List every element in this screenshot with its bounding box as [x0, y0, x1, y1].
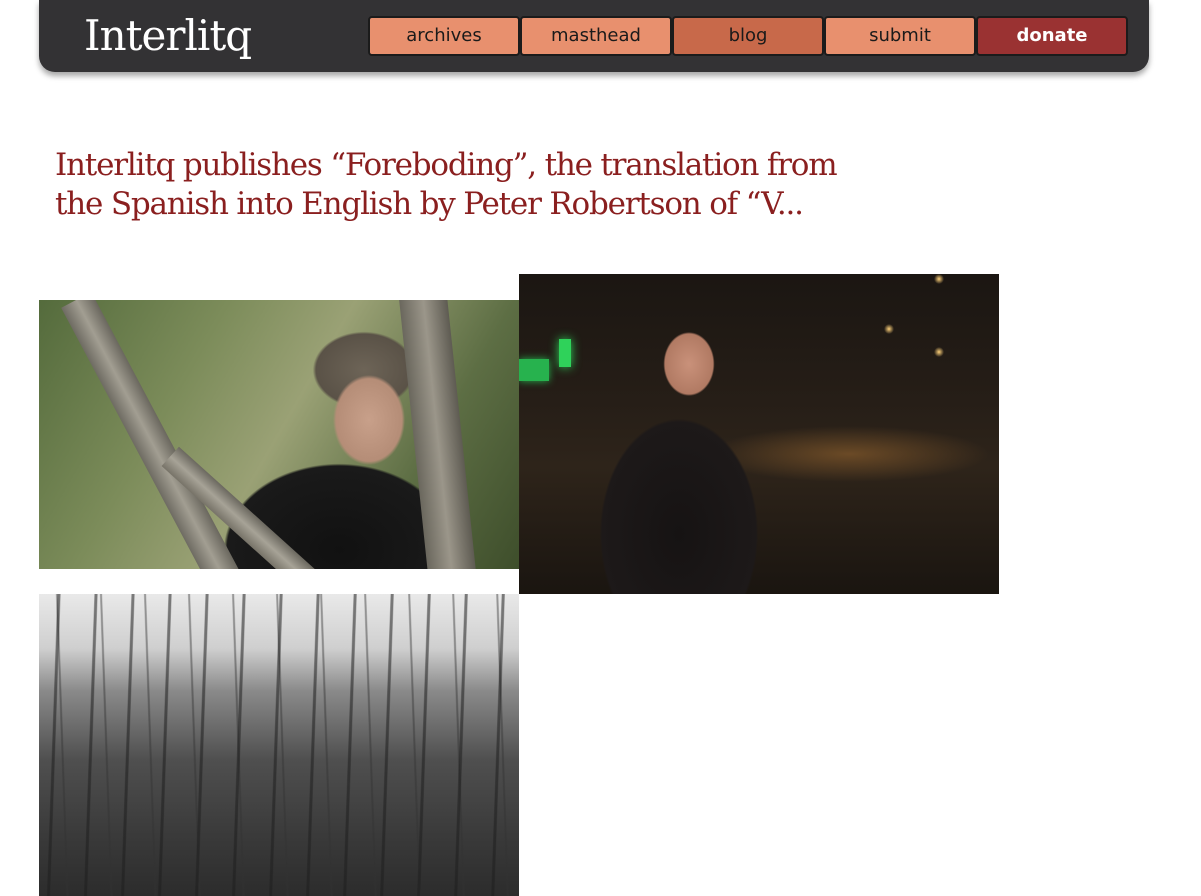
- nav-donate-button[interactable]: donate: [976, 16, 1128, 56]
- nav-blog-button[interactable]: blog: [672, 16, 824, 56]
- tree-branch: [61, 300, 251, 569]
- neon-sign: [559, 339, 571, 367]
- nav-submit-button[interactable]: submit: [824, 16, 976, 56]
- article-headline-link[interactable]: Interlitq publishes “Foreboding”, the tr…: [55, 146, 875, 224]
- tree-branch: [398, 300, 478, 569]
- site-header: Interlitq archives masthead blog submit …: [39, 0, 1149, 72]
- forest-photo[interactable]: [39, 594, 519, 896]
- nav-masthead-button[interactable]: masthead: [520, 16, 672, 56]
- site-logo[interactable]: Interlitq: [84, 8, 252, 64]
- nav-archives-button[interactable]: archives: [368, 16, 520, 56]
- translator-photo[interactable]: [519, 274, 999, 594]
- neon-sign: [519, 359, 549, 381]
- author-photo[interactable]: [39, 300, 519, 569]
- main-nav: archives masthead blog submit donate: [368, 16, 1128, 56]
